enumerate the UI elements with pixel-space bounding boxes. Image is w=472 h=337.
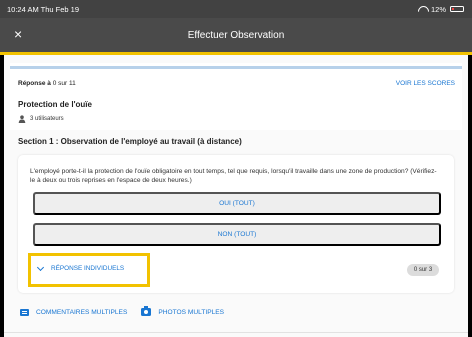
individual-response-label: RÉPONSE INDIVIDUELS (51, 265, 125, 272)
comment-icon (20, 308, 29, 316)
observation-content: Réponse à 0 sur 11 VOIR LES SCORES Prote… (4, 55, 468, 337)
response-count: 0 sur 11 (52, 80, 76, 87)
multiple-comments-button[interactable]: COMMENTAIRES MULTIPLES (20, 308, 127, 316)
app-bar: × Effectuer Observation (0, 18, 472, 52)
status-date: Thu Feb 19 (40, 4, 80, 14)
response-progress: Réponse à 0 sur 11 (18, 80, 76, 87)
page-title: Effectuer Observation (187, 29, 285, 41)
yes-all-button[interactable]: OUI (TOUT) (33, 192, 441, 215)
response-progress-bar (10, 66, 462, 69)
battery-icon (450, 6, 464, 12)
battery-percentage: 12% (430, 4, 446, 14)
users-label: 3 utilisateurs (30, 116, 64, 122)
multiple-photos-label: PHOTOS MULTIPLES (158, 308, 225, 316)
view-scores-link[interactable]: VOIR LES SCORES (396, 80, 455, 87)
status-time-date: 10:24 AM Thu Feb 19 (7, 5, 79, 14)
wifi-icon (418, 6, 427, 12)
question-card: L'employé porte-t-il la protection de l'… (18, 155, 454, 293)
camera-icon (141, 306, 152, 316)
status-indicators: 12% (418, 5, 464, 14)
observation-title: Protection de l'ouïe (18, 100, 92, 109)
question-text: L'employé porte-t-il la protection de l'… (30, 168, 437, 184)
footer-divider (4, 332, 468, 333)
observation-actions: COMMENTAIRES MULTIPLES PHOTOS MULTIPLES (20, 306, 225, 316)
individual-response-toggle[interactable]: RÉPONSE INDIVIDUELS (36, 263, 125, 272)
close-icon[interactable]: × (14, 26, 22, 43)
multiple-comments-label: COMMENTAIRES MULTIPLES (36, 308, 128, 316)
no-all-button[interactable]: NON (TOUT) (33, 223, 441, 246)
status-bar: 10:24 AM Thu Feb 19 12% (0, 0, 472, 18)
individual-response-count: 0 sur 3 (407, 264, 439, 276)
section-title: Section 1 : Observation de l'employé au … (18, 137, 242, 146)
users-count: 3 utilisateurs (18, 115, 64, 123)
user-icon (18, 115, 26, 123)
score-summary-card: Réponse à 0 sur 11 VOIR LES SCORES Prote… (10, 63, 462, 130)
status-time: 10:24 AM (7, 4, 39, 14)
response-prefix: Réponse à (18, 80, 51, 87)
multiple-photos-button[interactable]: PHOTOS MULTIPLES (141, 306, 225, 316)
chevron-down-icon (36, 263, 45, 271)
